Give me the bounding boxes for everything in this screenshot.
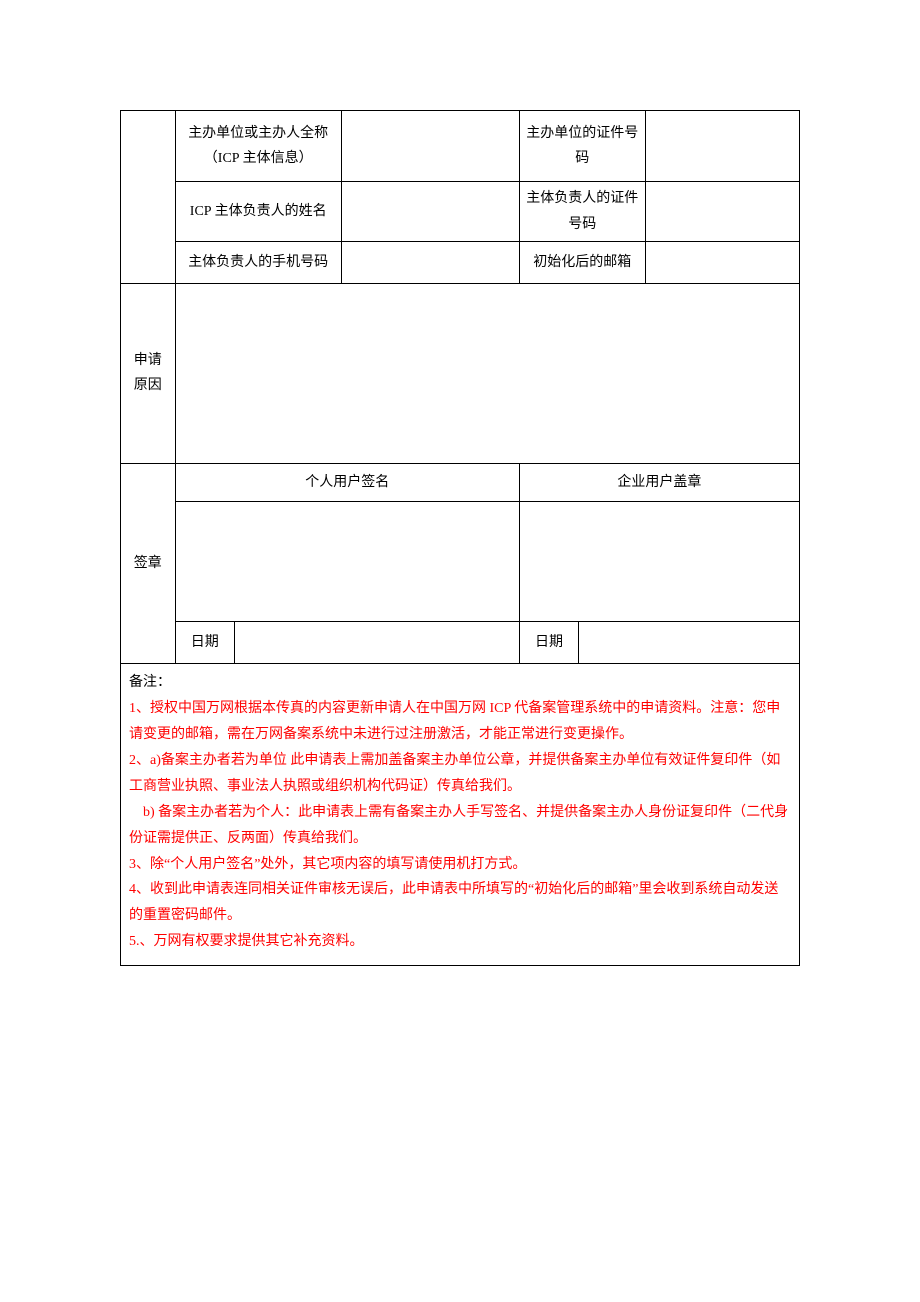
form-table: 主办单位或主办人全称（ICP 主体信息） 主办单位的证件号码 ICP 主体负责人… xyxy=(120,110,800,966)
field-label-sponsor-id: 主办单位的证件号码 xyxy=(519,111,645,182)
field-value-sponsor-name[interactable] xyxy=(341,111,519,182)
field-label-person-name: ICP 主体负责人的姓名 xyxy=(175,182,341,241)
remark-3: 3、除“个人用户签名”处外，其它项内容的填写请使用机打方式。 xyxy=(129,857,526,872)
remark-2a: 2、a)备案主办者若为单位 此申请表上需加盖备案主办单位公章，并提供备案主办单位… xyxy=(129,753,780,794)
date-value-corp[interactable] xyxy=(579,622,800,664)
field-label-email: 初始化后的邮箱 xyxy=(519,241,645,283)
sign-corp-area[interactable] xyxy=(519,502,799,622)
field-value-person-id[interactable] xyxy=(645,182,799,241)
field-value-email[interactable] xyxy=(645,241,799,283)
sign-personal-area[interactable] xyxy=(175,502,519,622)
remark-4: 4、收到此申请表连同相关证件审核无误后，此申请表中所填写的“初始化后的邮箱”里会… xyxy=(129,882,778,923)
field-value-phone[interactable] xyxy=(341,241,519,283)
field-label-phone: 主体负责人的手机号码 xyxy=(175,241,341,283)
date-value-personal[interactable] xyxy=(234,622,519,664)
sign-label: 签章 xyxy=(121,463,176,663)
reason-label: 申请原因 xyxy=(121,283,176,463)
date-label-personal: 日期 xyxy=(175,622,234,664)
field-label-sponsor-name: 主办单位或主办人全称（ICP 主体信息） xyxy=(175,111,341,182)
field-label-person-id: 主体负责人的证件号码 xyxy=(519,182,645,241)
sign-corp-header: 企业用户盖章 xyxy=(519,463,799,501)
remark-1: 1、授权中国万网根据本传真的内容更新申请人在中国万网 ICP 代备案管理系统中的… xyxy=(129,701,780,742)
remarks-cell: 备注： 1、授权中国万网根据本传真的内容更新申请人在中国万网 ICP 代备案管理… xyxy=(121,664,800,966)
info-section-label xyxy=(121,111,176,284)
reason-value[interactable] xyxy=(175,283,799,463)
remark-2b: b) 备案主办者若为个人：此申请表上需有备案主办人手写签名、并提供备案主办人身份… xyxy=(129,805,788,846)
field-value-person-name[interactable] xyxy=(341,182,519,241)
remark-5: 5.、万网有权要求提供其它补充资料。 xyxy=(129,934,364,949)
sign-personal-header: 个人用户签名 xyxy=(175,463,519,501)
date-label-corp: 日期 xyxy=(519,622,578,664)
remarks-title: 备注： xyxy=(129,675,171,690)
field-value-sponsor-id[interactable] xyxy=(645,111,799,182)
